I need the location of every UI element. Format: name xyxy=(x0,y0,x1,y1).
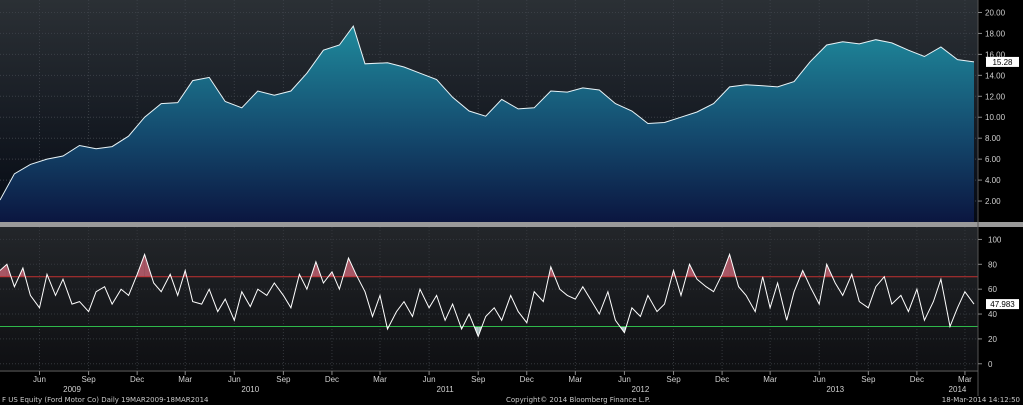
x-tick-label-year: 2010 xyxy=(241,385,259,394)
x-tick-label-month: Sep xyxy=(81,375,96,384)
x-tick-label-month: Jun xyxy=(423,375,436,384)
x-tick-label-month: Sep xyxy=(861,375,876,384)
x-tick-label-year: 2012 xyxy=(632,385,650,394)
price-last-value: 15.28 xyxy=(992,58,1013,67)
x-tick-label-year: 2009 xyxy=(63,385,81,394)
x-tick-label-month: Sep xyxy=(666,375,681,384)
x-tick-label-month: Dec xyxy=(910,375,924,384)
x-tick-label-month: Dec xyxy=(715,375,729,384)
footer-security-info: F US Equity (Ford Motor Co) Daily 19MAR2… xyxy=(2,396,209,404)
footer-bar: F US Equity (Ford Motor Co) Daily 19MAR2… xyxy=(0,396,1023,405)
rsi-y-tick-label: 20 xyxy=(988,335,997,344)
x-tick-label-year: 2013 xyxy=(826,385,844,394)
price-y-tick-label: 12.00 xyxy=(985,92,1006,101)
x-tick-label-year: 2011 xyxy=(437,385,455,394)
x-tick-label-month: Dec xyxy=(325,375,339,384)
rsi-y-tick-label: 60 xyxy=(988,285,997,294)
x-tick-label-month: Mar xyxy=(763,375,777,384)
rsi-panel-background xyxy=(0,227,978,370)
rsi-last-value: 47.983 xyxy=(990,300,1015,309)
footer-timestamp: 18-Mar-2014 14:12:50 xyxy=(941,396,1020,404)
rsi-last-value-tag: 47.983 xyxy=(986,299,1019,310)
price-y-tick-label: 18.00 xyxy=(985,29,1006,38)
rsi-y-tick-label: 0 xyxy=(988,360,993,369)
rsi-y-tick-label: 80 xyxy=(988,260,997,269)
x-axis: Jun Sep Dec Mar Jun Sep Dec Mar Jun Sep Dec Mar Jun S… xyxy=(0,370,978,394)
x-tick-label-month: Jun xyxy=(33,375,46,384)
panel-divider xyxy=(0,222,1023,227)
price-y-tick-label: 20.00 xyxy=(985,8,1006,17)
price-y-tick-label: 6.00 xyxy=(985,155,1001,164)
x-tick-label-year: 2014 xyxy=(949,385,967,394)
x-tick-label-month: Sep xyxy=(471,375,486,384)
price-y-tick-label: 4.00 xyxy=(985,176,1001,185)
rsi-y-tick-label: 40 xyxy=(988,310,997,319)
x-tick-label-month: Mar xyxy=(178,375,192,384)
price-y-tick-label: 10.00 xyxy=(985,113,1006,122)
x-tick-label-month: Sep xyxy=(276,375,291,384)
price-rsi-chart: 2.004.006.008.0010.0012.0014.0016.0018.0… xyxy=(0,0,1023,396)
x-tick-label-month: Jun xyxy=(618,375,631,384)
price-last-value-tag: 15.28 xyxy=(986,56,1019,67)
price-y-tick-label: 8.00 xyxy=(985,134,1001,143)
price-y-tick-label: 14.00 xyxy=(985,71,1006,80)
x-tick-label-month: Jun xyxy=(813,375,826,384)
x-tick-label-month: Mar xyxy=(373,375,387,384)
footer-copyright: Copyright© 2014 Bloomberg Finance L.P. xyxy=(506,396,651,404)
x-tick-label-month: Dec xyxy=(130,375,144,384)
x-tick-label-month: Dec xyxy=(520,375,534,384)
rsi-y-tick-label: 100 xyxy=(988,235,1002,244)
price-y-axis: 2.004.006.008.0010.0012.0014.0016.0018.0… xyxy=(978,8,1006,206)
x-tick-label-month: Mar xyxy=(958,375,972,384)
x-tick-label-month: Mar xyxy=(568,375,582,384)
x-tick-label-month: Jun xyxy=(228,375,241,384)
price-y-tick-label: 2.00 xyxy=(985,197,1001,206)
